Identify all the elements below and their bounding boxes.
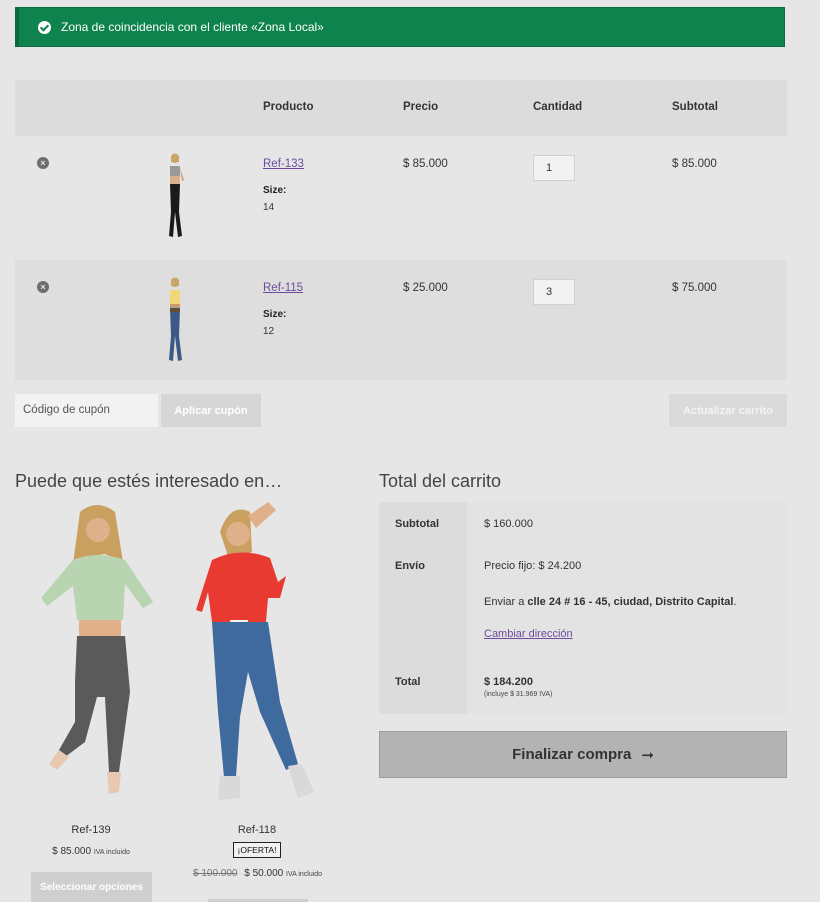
- tax-note: IVA incluido: [286, 871, 323, 878]
- totals-row-total: Total $ 184.200 (incluye $ 31.969 IVA): [379, 660, 787, 714]
- total-label: Total: [379, 660, 467, 714]
- checkout-button[interactable]: Finalizar compra ➞: [379, 731, 787, 778]
- remove-item-icon[interactable]: ×: [37, 157, 49, 169]
- select-options-button[interactable]: Seleccionar opciones: [31, 872, 152, 902]
- variation-value: 12: [263, 326, 275, 337]
- sale-badge: ¡OFERTA!: [232, 842, 282, 858]
- checkout-label: Finalizar compra: [512, 746, 632, 763]
- cart-totals-table: Subtotal $ 160.000 Envío Precio fijo: $ …: [379, 502, 787, 714]
- item-subtotal: $ 75.000: [672, 282, 717, 294]
- subtotal-value: $ 160.000: [467, 502, 787, 544]
- product-thumbnail[interactable]: [160, 276, 190, 366]
- table-header: Producto Precio Cantidad Subtotal: [15, 80, 787, 136]
- price-value: $ 50.000: [244, 868, 284, 879]
- price-value: $ 85.000: [52, 846, 92, 857]
- total-amount: $ 184.200: [484, 676, 533, 688]
- related-product-name[interactable]: Ref-139: [30, 824, 152, 836]
- ship-to-prefix: Enviar a: [484, 596, 525, 608]
- old-price: $ 100.000: [193, 868, 238, 879]
- variation-label: Size:: [263, 185, 287, 196]
- header-quantity: Cantidad: [533, 101, 583, 113]
- shipping-value: Precio fijo: $ 24.200 Enviar a clle 24 #…: [467, 544, 787, 660]
- coupon-input[interactable]: Código de cupón: [15, 394, 158, 427]
- totals-row-subtotal: Subtotal $ 160.000: [379, 502, 787, 544]
- change-address-link[interactable]: Cambiar dirección: [484, 628, 573, 640]
- remove-item-icon[interactable]: ×: [37, 281, 49, 293]
- totals-row-shipping: Envío Precio fijo: $ 24.200 Enviar a cll…: [379, 544, 787, 660]
- table-row: × Ref-115 Size: 12 $ 25.000 3 $ 75.000: [15, 260, 787, 380]
- subtotal-label: Subtotal: [379, 502, 467, 544]
- product-link[interactable]: Ref-133: [263, 158, 304, 170]
- item-price: $ 85.000: [403, 158, 448, 170]
- ship-to-address: clle 24 # 16 - 45, ciudad, Distrito Capi…: [527, 596, 734, 608]
- shipping-label: Envío: [379, 544, 467, 660]
- shipping-method: Precio fijo: $ 24.200: [484, 560, 582, 572]
- product-image[interactable]: [35, 502, 160, 807]
- related-product-card: Ref-118 ¡OFERTA! $ 100.000 $ 50.000 IVA …: [193, 824, 323, 879]
- update-cart-button[interactable]: Actualizar carrito: [669, 394, 787, 427]
- header-product: Producto: [263, 101, 314, 113]
- totals-title: Total del carrito: [379, 471, 502, 491]
- tax-note: IVA incluido: [93, 849, 130, 856]
- product-image[interactable]: [190, 502, 325, 807]
- item-subtotal: $ 85.000: [672, 158, 717, 170]
- related-product-price: $ 85.000 IVA incluido: [30, 846, 152, 857]
- check-circle-icon: [38, 20, 51, 34]
- notice-text: Zona de coincidencia con el cliente «Zon…: [61, 20, 324, 34]
- total-value: $ 184.200 (incluye $ 31.969 IVA): [467, 660, 787, 714]
- success-notice: Zona de coincidencia con el cliente «Zon…: [15, 7, 785, 47]
- header-price: Precio: [403, 101, 439, 113]
- related-product-price: $ 100.000 $ 50.000 IVA incluido: [193, 868, 323, 879]
- variation-value: 14: [263, 202, 275, 213]
- quantity-input[interactable]: 3: [533, 279, 575, 305]
- table-row: × Ref-133 Size: 14 $ 85.000 1 $ 85.000: [15, 136, 787, 260]
- related-product-card: Ref-139 $ 85.000 IVA incluido: [30, 824, 152, 857]
- ship-to: Enviar a clle 24 # 16 - 45, ciudad, Dist…: [484, 596, 737, 608]
- item-price: $ 25.000: [403, 282, 448, 294]
- related-title: Puede que estés interesado en…: [15, 471, 283, 491]
- tax-note: (incluye $ 31.969 IVA): [484, 691, 553, 698]
- quantity-input[interactable]: 1: [533, 155, 575, 181]
- arrow-right-icon: ➞: [641, 746, 654, 764]
- related-product-name[interactable]: Ref-118: [193, 824, 321, 836]
- apply-coupon-button[interactable]: Aplicar cupón: [161, 394, 261, 427]
- product-thumbnail[interactable]: [160, 152, 190, 242]
- cart-table: Producto Precio Cantidad Subtotal × Ref-…: [15, 80, 787, 380]
- product-link[interactable]: Ref-115: [263, 282, 303, 294]
- variation-label: Size:: [263, 309, 287, 320]
- header-subtotal: Subtotal: [672, 101, 718, 113]
